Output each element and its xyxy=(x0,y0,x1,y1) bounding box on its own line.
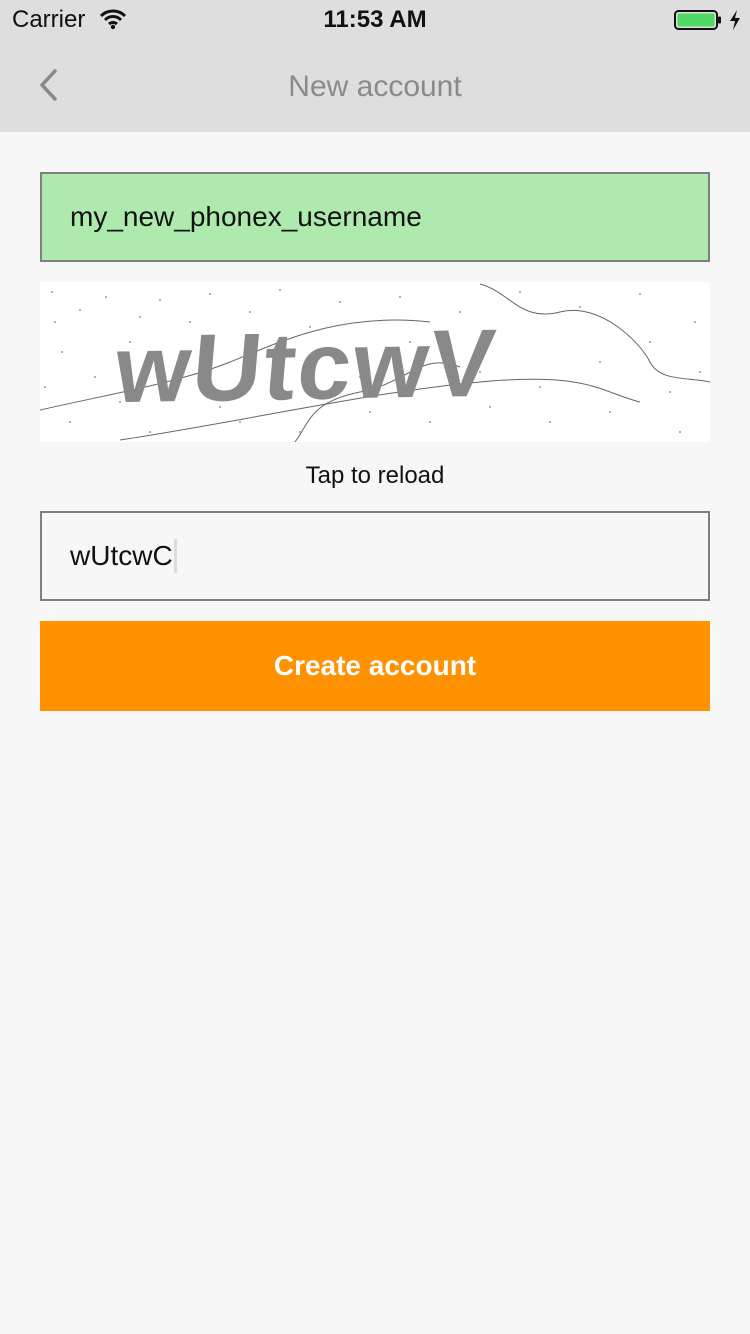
captcha-text: wUtcwV xyxy=(111,309,502,424)
username-input[interactable] xyxy=(70,201,708,233)
tap-to-reload-label: Tap to reload xyxy=(305,462,445,489)
battery-icon xyxy=(674,10,722,30)
page-title: New account xyxy=(288,70,462,103)
new-account-screen: Carrier 11:53 AM New account my_new_phon… xyxy=(0,0,750,1334)
captcha-answer-field[interactable]: wUtcwC xyxy=(40,511,710,601)
text-caret xyxy=(173,539,177,573)
charging-bolt-icon xyxy=(728,9,742,31)
status-bar: Carrier 11:53 AM xyxy=(0,0,750,40)
status-time: 11:53 AM xyxy=(323,6,427,33)
navigation-bar: New account xyxy=(0,40,750,132)
captcha-answer-value: wUtcwC xyxy=(70,540,173,571)
top-bar: Carrier 11:53 AM New account xyxy=(0,0,750,132)
captcha-image[interactable]: wUtcwV xyxy=(40,282,710,442)
username-field[interactable] xyxy=(40,172,710,262)
create-account-button[interactable]: Create account xyxy=(40,621,710,711)
